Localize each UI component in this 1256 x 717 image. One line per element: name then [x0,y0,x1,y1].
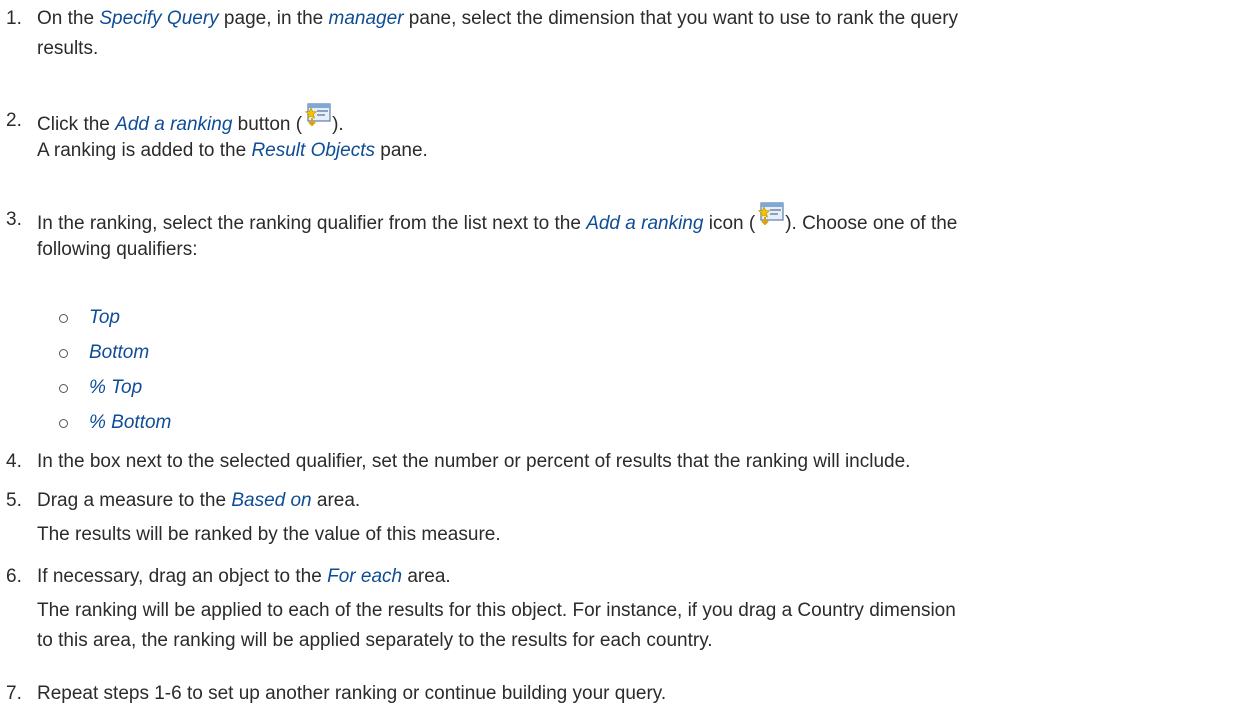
text-run: On the [37,8,100,29]
text-run: area. [402,566,451,587]
step-number: 6. [6,566,22,587]
text-run: pane, select the dimension that you want… [403,8,959,29]
step-number: 2. [6,110,22,131]
step-line: results. [37,34,1237,64]
step-text: In the ranking, select the ranking quali… [37,202,1237,265]
text-run: following qualifiers: [37,239,198,260]
step-number: 4. [6,451,22,472]
step-number: 1. [6,8,22,29]
step-number: 3. [6,209,22,230]
text-run: If necessary, drag an object to the [37,566,328,587]
qualifier-percent-top: % Top [89,377,143,398]
text-run: In the ranking, select the ranking quali… [37,213,587,234]
step-number: 5. [6,490,22,511]
text-run: ). Choose one of the [785,213,958,234]
step-text: In the box next to the selected qualifie… [37,447,1237,477]
step-text: Click the Add a ranking button (). A ran… [37,103,1237,166]
gui-term-result-objects: Result Objects [251,140,375,161]
step-line: Click the Add a ranking button (). [37,103,1237,136]
qualifier-bottom: Bottom [89,342,150,363]
step-line: A ranking is added to the Result Objects… [37,136,1237,166]
bullet-icon [59,349,68,358]
step-line: In the box next to the selected qualifie… [37,447,1237,477]
text-run: pane. [374,140,428,161]
text-run: In the box next to the selected qualifie… [37,451,911,472]
text-run: button ( [232,114,303,135]
step-line: to this area, the ranking will be applie… [37,626,1237,656]
bullet-icon [59,384,68,393]
gui-term-add-a-ranking: Add a ranking [586,213,704,234]
qualifier-top: Top [89,307,120,328]
step-line: In the ranking, select the ranking quali… [37,202,1237,235]
step-number: 7. [6,683,22,704]
step-line: Drag a measure to the Based on area. [37,486,1237,516]
step-line: The results will be ranked by the value … [37,520,1237,550]
step-line: following qualifiers: [37,235,1237,265]
text-run: The ranking will be applied to each of t… [37,600,956,621]
gui-term-add-a-ranking: Add a ranking [115,114,233,135]
step-text: If necessary, drag an object to the For … [37,562,1237,656]
gui-term-manager: manager [328,8,404,29]
bullet-icon [59,419,68,428]
add-ranking-icon [302,103,332,136]
text-run: Repeat steps 1-6 to set up another ranki… [37,683,667,704]
gui-term-for-each: For each [327,566,403,587]
text-run: results. [37,38,99,59]
text-run: Click the [37,114,116,135]
step-line: On the Specify Query page, in the manage… [37,4,1237,34]
gui-term-specify-query: Specify Query [99,8,219,29]
text-run: A ranking is added to the [37,140,252,161]
text-run: to this area, the ranking will be applie… [37,630,713,651]
step-text: Drag a measure to the Based on area. The… [37,486,1237,550]
step-line: Repeat steps 1-6 to set up another ranki… [37,679,1237,709]
step-text: Repeat steps 1-6 to set up another ranki… [37,679,1237,709]
text-run: Drag a measure to the [37,490,232,511]
qualifier-percent-bottom: % Bottom [89,412,172,433]
text-run: area. [311,490,361,511]
step-line: The ranking will be applied to each of t… [37,596,1237,626]
text-run: The results will be ranked by the value … [37,524,501,545]
gui-term-based-on: Based on [231,490,312,511]
text-run: icon ( [703,213,756,234]
step-text: On the Specify Query page, in the manage… [37,4,1237,64]
text-run: ). [332,114,344,135]
step-line: If necessary, drag an object to the For … [37,562,1237,592]
text-run: page, in the [218,8,329,29]
add-ranking-icon [755,202,785,235]
bullet-icon [59,314,68,323]
